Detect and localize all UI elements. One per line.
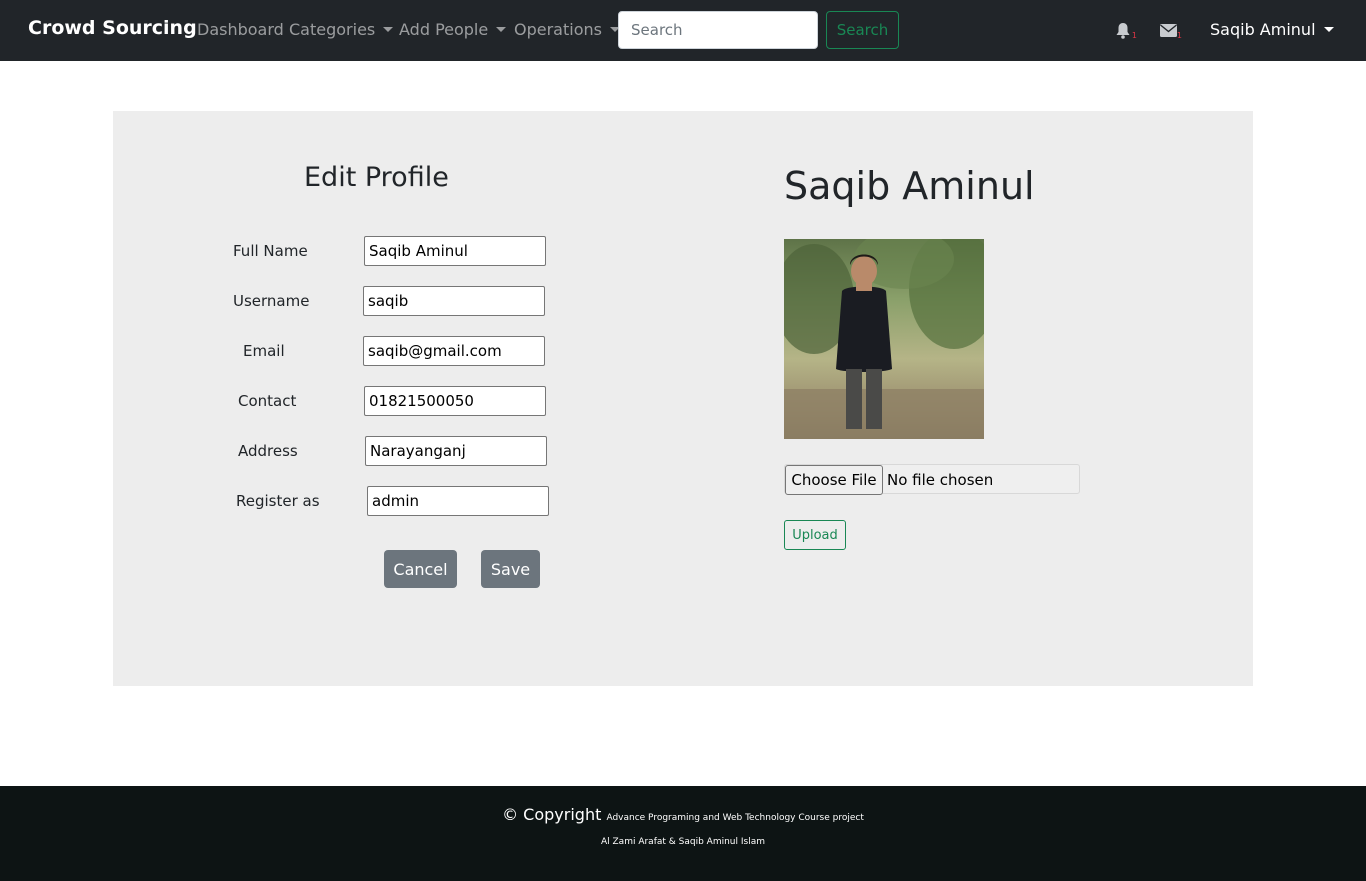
- footer-authors: Al Zami Arafat & Saqib Aminul Islam: [601, 837, 765, 847]
- navbar: Crowd Sourcing Dashboard Categories Add …: [0, 0, 1366, 61]
- contact-label: Contact: [238, 392, 297, 410]
- email-input[interactable]: [363, 336, 545, 366]
- nav-dashboard[interactable]: Dashboard: [197, 20, 284, 39]
- search-button[interactable]: Search: [826, 11, 899, 49]
- footer: [0, 786, 1366, 881]
- caret-down-icon: [496, 27, 507, 32]
- edit-profile-title: Edit Profile: [304, 162, 449, 193]
- messages-button[interactable]: 1: [1160, 22, 1182, 40]
- caret-down-icon: [1323, 27, 1334, 32]
- full-name-input[interactable]: [364, 236, 546, 266]
- nav-add-people-dropdown[interactable]: Add People: [399, 20, 507, 39]
- user-menu-dropdown[interactable]: Saqib Aminul: [1210, 20, 1334, 39]
- address-input[interactable]: [365, 436, 547, 466]
- address-label: Address: [238, 442, 298, 460]
- search-input[interactable]: [618, 11, 818, 49]
- username-input[interactable]: [363, 286, 545, 316]
- profile-photo: [784, 239, 984, 439]
- nav-operations-label: Operations: [514, 20, 602, 39]
- choose-file-button[interactable]: Choose File: [785, 465, 883, 495]
- nav-categories-label: Categories: [289, 20, 376, 39]
- register-as-label: Register as: [236, 492, 320, 510]
- nav-operations-dropdown[interactable]: Operations: [514, 20, 620, 39]
- notification-count-badge: 1: [1131, 31, 1137, 40]
- register-as-input[interactable]: [367, 486, 549, 516]
- nav-add-people-label: Add People: [399, 20, 489, 39]
- brand-link[interactable]: Crowd Sourcing: [28, 17, 197, 39]
- notifications-button[interactable]: 1: [1115, 22, 1137, 40]
- user-name-label: Saqib Aminul: [1210, 20, 1316, 39]
- nav-categories-dropdown[interactable]: Categories: [289, 20, 394, 39]
- profile-photo-image: [784, 239, 984, 439]
- upload-button[interactable]: Upload: [784, 520, 846, 550]
- contact-input[interactable]: [364, 386, 546, 416]
- save-button[interactable]: Save: [481, 550, 540, 588]
- username-label: Username: [233, 292, 310, 310]
- message-count-badge: 1: [1176, 31, 1182, 40]
- footer-copyright-line: © Copyright Advance Programing and Web T…: [0, 805, 1366, 824]
- full-name-label: Full Name: [233, 242, 308, 260]
- bell-icon: [1116, 23, 1130, 39]
- envelope-icon: [1160, 24, 1177, 37]
- cancel-button[interactable]: Cancel: [384, 550, 457, 588]
- copyright-text: © Copyright: [502, 805, 602, 824]
- nav-dashboard-label: Dashboard: [197, 20, 284, 39]
- course-text: Advance Programing and Web Technology Co…: [606, 813, 864, 823]
- profile-name-heading: Saqib Aminul: [784, 164, 1035, 208]
- email-label: Email: [243, 342, 285, 360]
- file-input[interactable]: Choose File No file chosen: [784, 464, 1080, 495]
- file-status-text: No file chosen: [887, 471, 994, 489]
- caret-down-icon: [383, 27, 394, 32]
